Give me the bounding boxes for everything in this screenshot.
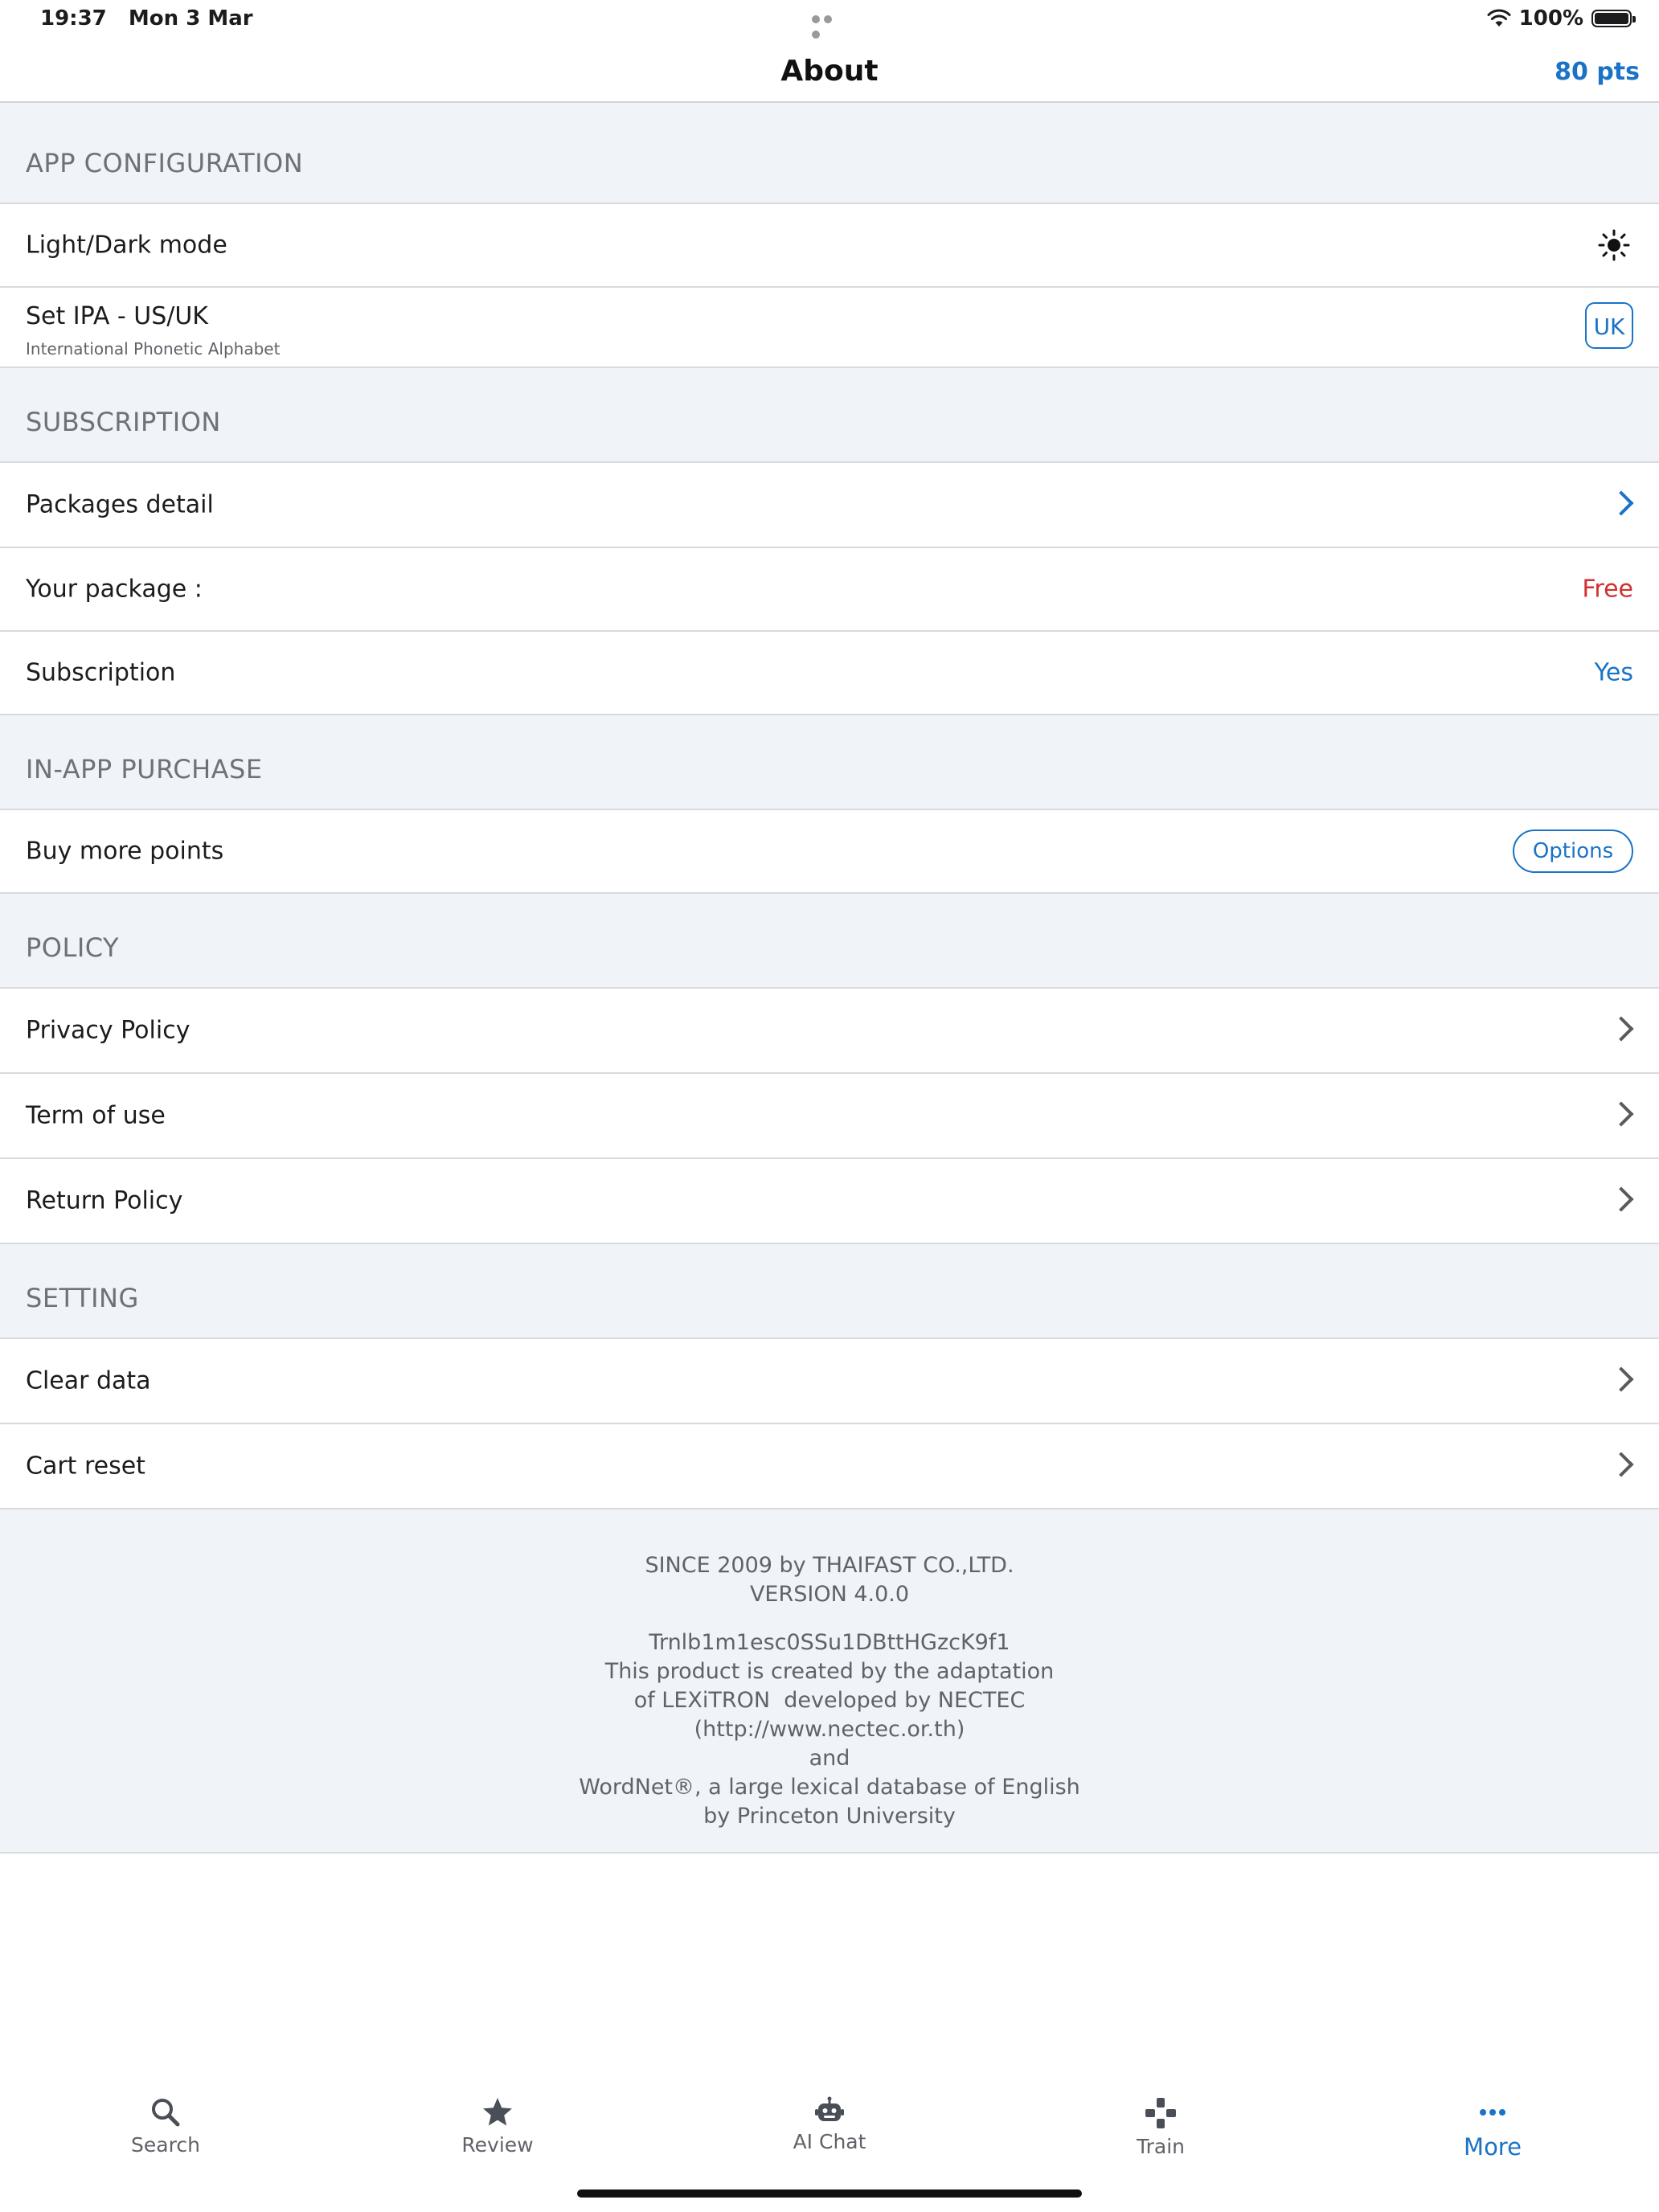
section-header-in-app-purchase: IN-APP PURCHASE <box>0 715 1659 810</box>
row-term-of-use[interactable]: Term of use <box>0 1074 1659 1159</box>
tab-ai-chat[interactable]: AI Chat <box>749 2096 910 2153</box>
footer-credit-line: of LEXiTRON developed by NECTEC <box>633 1688 1026 1713</box>
footer-version: VERSION 4.0.0 <box>749 1582 910 1607</box>
tab-label: Train <box>1137 2135 1185 2158</box>
footer-user-id: Trnlb1m1esc0SSu1DBttHGzcK9f1 <box>649 1630 1010 1655</box>
battery-percent: 100% <box>1518 6 1583 31</box>
tab-more[interactable]: More <box>1412 2096 1573 2161</box>
footer-credits-block: Trnlb1m1esc0SSu1DBttHGzcK9f1 This produc… <box>0 1628 1659 1831</box>
row-packages-detail[interactable]: Packages detail <box>0 463 1659 548</box>
section-title: SUBSCRIPTION <box>26 407 221 437</box>
row-your-package: Your package : Free <box>0 548 1659 632</box>
row-label: Clear data <box>26 1366 151 1395</box>
tab-train[interactable]: Train <box>1080 2096 1241 2158</box>
row-label: Light/Dark mode <box>26 231 227 260</box>
chevron-right-icon <box>1608 1101 1634 1127</box>
footer-company-block: SINCE 2009 by THAIFAST CO.,LTD. VERSION … <box>0 1551 1659 1609</box>
package-value: Free <box>1582 575 1633 604</box>
points-button[interactable]: 80 pts <box>1555 58 1640 86</box>
row-label: Cart reset <box>26 1452 145 1481</box>
section-title: SETTING <box>26 1283 139 1313</box>
row-buy-more-points: Buy more points Options <box>0 810 1659 894</box>
section-header-subscription: SUBSCRIPTION <box>0 368 1659 463</box>
tab-label: More <box>1464 2133 1522 2161</box>
row-sublabel: International Phonetic Alphabet <box>26 339 281 358</box>
tab-label: Review <box>461 2133 534 2157</box>
section-header-setting: SETTING <box>0 1244 1659 1339</box>
chevron-right-icon <box>1608 1016 1634 1042</box>
row-clear-data[interactable]: Clear data <box>0 1339 1659 1424</box>
row-label: Buy more points <box>26 837 224 866</box>
sun-icon[interactable] <box>1598 229 1630 261</box>
row-cart-reset[interactable]: Cart reset <box>0 1424 1659 1509</box>
row-label: Packages detail <box>26 490 214 519</box>
status-bar: 19:37 Mon 3 Mar 100% <box>0 0 1659 39</box>
wifi-icon <box>1487 9 1511 27</box>
row-label: Return Policy <box>26 1186 183 1215</box>
ipa-toggle-button[interactable]: UK <box>1585 302 1633 349</box>
footer-credit-line: This product is created by the adaptatio… <box>604 1659 1055 1684</box>
row-set-ipa[interactable]: Set IPA - US/UK International Phonetic A… <box>0 288 1659 368</box>
robot-icon <box>815 2096 844 2121</box>
chevron-right-icon <box>1608 1366 1634 1392</box>
section-title: APP CONFIGURATION <box>26 148 304 178</box>
footer-credit-link: (http://www.nectec.or.th) <box>694 1717 965 1742</box>
chevron-right-icon <box>1608 490 1634 516</box>
search-icon <box>152 2099 180 2127</box>
row-subscription: Subscription Yes <box>0 632 1659 715</box>
footer-credit-line: WordNet®, a large lexical database of En… <box>579 1775 1080 1800</box>
tab-label: Search <box>131 2133 200 2157</box>
section-header-policy: POLICY <box>0 894 1659 989</box>
options-button[interactable]: Options <box>1513 830 1633 873</box>
chevron-right-icon <box>1608 1186 1634 1212</box>
tab-label: AI Chat <box>793 2130 866 2153</box>
navigation-bar: About 80 pts <box>0 39 1659 103</box>
home-indicator[interactable] <box>577 2189 1082 2198</box>
section-header-app-configuration: APP CONFIGURATION <box>0 103 1659 204</box>
clock-date: Mon 3 Mar <box>128 6 253 31</box>
row-return-policy[interactable]: Return Policy <box>0 1159 1659 1244</box>
chevron-right-icon <box>1608 1452 1634 1477</box>
battery-icon <box>1591 10 1636 27</box>
more-icon <box>1480 2109 1505 2116</box>
row-label: Your package : <box>26 575 203 604</box>
multitasking-dots-icon[interactable] <box>812 11 847 39</box>
row-label: Term of use <box>26 1101 166 1130</box>
row-label: Set IPA - US/UK <box>26 302 208 330</box>
footer-credit-line: by Princeton University <box>703 1804 956 1829</box>
status-indicators: 100% <box>1487 5 1636 32</box>
about-footer: SINCE 2009 by THAIFAST CO.,LTD. VERSION … <box>0 1509 1659 1854</box>
status-time: 19:37 Mon 3 Mar <box>40 6 253 31</box>
tab-search[interactable]: Search <box>85 2096 246 2157</box>
row-light-dark-mode[interactable]: Light/Dark mode <box>0 204 1659 288</box>
page-title: About <box>780 55 879 88</box>
footer-since: SINCE 2009 by THAIFAST CO.,LTD. <box>645 1553 1014 1578</box>
row-privacy-policy[interactable]: Privacy Policy <box>0 989 1659 1074</box>
star-icon <box>483 2098 512 2126</box>
footer-credit-line: and <box>809 1746 850 1771</box>
clock-time: 19:37 <box>40 6 107 31</box>
subscription-value: Yes <box>1594 658 1633 687</box>
section-title: POLICY <box>26 932 120 963</box>
gamepad-icon <box>1145 2098 1176 2128</box>
section-title: IN-APP PURCHASE <box>26 754 263 784</box>
tab-review[interactable]: Review <box>417 2096 578 2157</box>
row-label: Privacy Policy <box>26 1016 190 1045</box>
row-label: Subscription <box>26 658 176 687</box>
